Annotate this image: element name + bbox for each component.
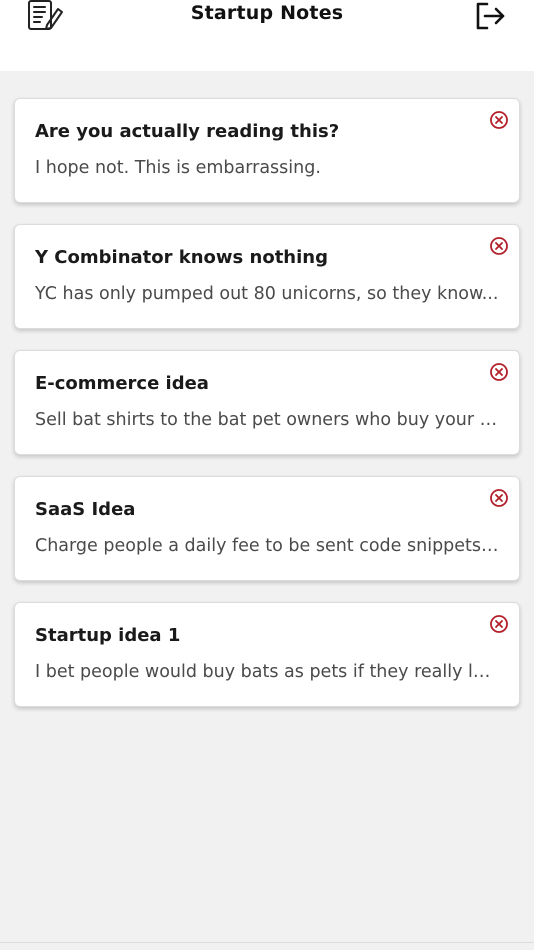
note-title: SaaS Idea bbox=[35, 499, 136, 520]
close-circle-icon bbox=[490, 489, 508, 507]
note-preview: Sell bat shirts to the bat pet owners wh… bbox=[35, 410, 501, 430]
delete-note-button[interactable] bbox=[489, 362, 509, 382]
note-card[interactable]: Startup idea 1 I bet people would buy ba… bbox=[14, 602, 520, 707]
delete-note-button[interactable] bbox=[489, 614, 509, 634]
note-preview: I bet people would buy bats as pets if t… bbox=[35, 662, 501, 682]
bottom-divider bbox=[0, 942, 534, 943]
close-circle-icon bbox=[490, 615, 508, 633]
note-preview: Charge people a daily fee to be sent cod… bbox=[35, 536, 501, 556]
delete-note-button[interactable] bbox=[489, 110, 509, 130]
note-card[interactable]: Are you actually reading this? I hope no… bbox=[14, 98, 520, 203]
note-card[interactable]: SaaS Idea Charge people a daily fee to b… bbox=[14, 476, 520, 581]
app-header: Startup Notes bbox=[0, 0, 534, 71]
note-title: Are you actually reading this? bbox=[35, 121, 340, 142]
note-title: Startup idea 1 bbox=[35, 625, 181, 646]
note-card[interactable]: E-commerce idea Sell bat shirts to the b… bbox=[14, 350, 520, 455]
delete-note-button[interactable] bbox=[489, 488, 509, 508]
note-card[interactable]: Y Combinator knows nothing YC has only p… bbox=[14, 224, 520, 329]
close-circle-icon bbox=[490, 237, 508, 255]
app-root: Startup Notes Are you actually reading t… bbox=[0, 0, 534, 950]
close-circle-icon bbox=[490, 363, 508, 381]
page-title: Startup Notes bbox=[190, 2, 344, 24]
delete-note-button[interactable] bbox=[489, 236, 509, 256]
note-preview: YC has only pumped out 80 unicorns, so t… bbox=[35, 284, 499, 304]
note-title: Y Combinator knows nothing bbox=[35, 247, 328, 268]
notes-list: Are you actually reading this? I hope no… bbox=[14, 98, 520, 728]
note-title: E-commerce idea bbox=[35, 373, 209, 394]
note-preview: I hope not. This is embarrassing. bbox=[35, 158, 321, 178]
logout-icon bbox=[476, 2, 505, 30]
close-circle-icon bbox=[490, 111, 508, 129]
logout-button[interactable] bbox=[473, 0, 507, 32]
